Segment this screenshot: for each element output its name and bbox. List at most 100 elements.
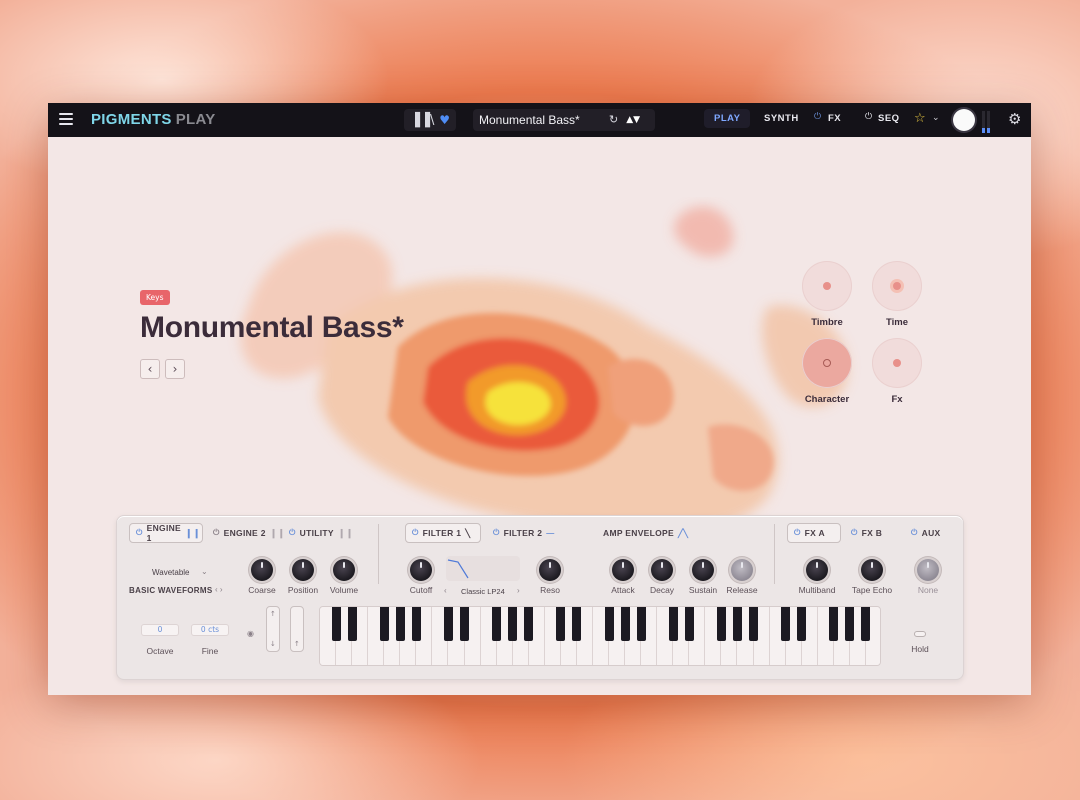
lightbulb-icon[interactable]: ☆ [914,111,926,126]
reso-label: Reso [540,585,560,595]
black-key[interactable] [395,607,405,641]
settings-gear-icon[interactable]: ⚙ [1008,110,1021,128]
fine-label: Fine [201,646,219,656]
tab-fx-b[interactable]: ⏻ FX B [845,523,888,543]
black-key[interactable] [331,607,341,641]
sustain-knob[interactable] [692,559,714,581]
filter-prev-icon[interactable]: ‹ [444,586,447,595]
attack-knob[interactable] [612,559,634,581]
power-icon[interactable]: ⏻ [851,528,858,538]
black-key[interactable] [443,607,453,641]
hold-toggle[interactable] [914,631,926,637]
aux-none-knob[interactable] [917,559,939,581]
arrow-up-icon: ↑ [294,640,300,648]
fine-field[interactable]: 0 cts [191,624,229,636]
release-label: Release [726,585,758,595]
randomize-icon[interactable]: ↻ [609,113,618,126]
multiband-knob[interactable] [806,559,828,581]
category-tag[interactable]: Keys [140,290,170,305]
macro-label-character: Character [804,394,850,405]
hold-label: Hold [911,644,929,654]
fx-power-icon[interactable]: ⏻ [814,112,821,122]
reso-knob[interactable] [539,559,561,581]
tab-aux[interactable]: ⏻ AUX [905,523,947,543]
preset-up-down-icon[interactable]: ▲▼ [626,115,640,125]
black-key[interactable] [781,607,791,641]
black-key[interactable] [492,607,502,641]
decay-knob[interactable] [651,559,673,581]
black-key[interactable] [620,607,630,641]
power-icon[interactable]: ⏻ [213,528,220,538]
black-key[interactable] [829,607,839,641]
menu-icon[interactable] [59,113,73,125]
tab-amp-envelope[interactable]: AMP ENVELOPE ╱╲ [597,523,694,543]
multiband-label: Multiband [798,585,836,595]
tape-echo-knob[interactable] [861,559,883,581]
cutoff-knob[interactable] [410,559,432,581]
tab-filter-1[interactable]: ⏻ FILTER 1 ╲ [405,523,481,543]
black-key[interactable] [749,607,759,641]
black-key[interactable] [604,607,614,641]
tab-fx-a[interactable]: ⏻ FX A [787,523,841,543]
heart-icon[interactable]: ♥ [439,113,450,127]
sync-icon[interactable]: ◉ [247,629,254,638]
coarse-knob[interactable] [251,559,273,581]
black-key[interactable] [460,607,469,641]
position-knob[interactable] [292,559,314,581]
black-key[interactable] [668,607,678,641]
black-key[interactable] [797,607,807,641]
tab-filter-2[interactable]: ⏻ FILTER 2— [487,523,561,543]
aux-none-label: None [917,585,939,595]
tab-utility[interactable]: ⏻ UTILITY ❙❙ [283,523,360,543]
black-key[interactable] [347,607,357,641]
divider [378,524,379,584]
tab-seq[interactable]: SEQ [878,113,900,124]
wavetable-nav-icon[interactable]: ‹ › [215,585,223,594]
tab-fx[interactable]: FX [828,113,841,124]
tab-play[interactable]: PLAY [704,109,751,128]
tab-engine-2[interactable]: ⏻ ENGINE 2 ❙❙ [207,523,291,543]
volume-label: Volume [329,585,359,595]
octave-field[interactable]: 0 [141,624,179,636]
chevron-down-icon[interactable]: ⌄ [201,567,208,576]
black-key[interactable] [716,607,726,641]
seq-power-icon[interactable]: ⏻ [865,112,872,122]
mod-wheel[interactable]: ↑ [290,606,304,652]
black-key[interactable] [524,607,534,641]
black-key[interactable] [379,607,389,641]
chevron-down-icon[interactable]: ⌄ [932,113,940,123]
black-key[interactable] [411,607,421,641]
power-icon[interactable]: ⏻ [289,528,296,538]
macro-timbre-knob[interactable] [802,261,852,311]
engine-type-select[interactable]: Wavetable [152,568,190,577]
power-icon[interactable]: ⏻ [794,528,801,538]
piano-keyboard[interactable] [319,606,881,666]
power-icon[interactable]: ⏻ [412,528,419,538]
next-preset-button[interactable]: › [165,359,185,379]
master-volume-knob[interactable] [953,109,975,131]
macro-character-knob[interactable] [802,338,852,388]
black-key[interactable] [732,607,742,641]
library-group: ▐▐\ ♥ [404,109,456,131]
tab-engine-1[interactable]: ⏻ ENGINE 1 ❙❙ [129,523,203,543]
power-icon[interactable]: ⏻ [911,528,918,538]
black-key[interactable] [636,607,646,641]
black-key[interactable] [572,607,582,641]
tab-synth[interactable]: SYNTH [764,113,799,124]
black-key[interactable] [861,607,871,641]
macro-time-knob[interactable] [872,261,922,311]
library-icon[interactable]: ▐▐\ [410,113,434,128]
wavetable-name[interactable]: BASIC WAVEFORMS [129,586,212,595]
macro-fx-knob[interactable] [872,338,922,388]
power-icon[interactable]: ⏻ [136,528,143,538]
black-key[interactable] [508,607,518,641]
black-key[interactable] [684,607,694,641]
filter-type[interactable]: Classic LP24 [461,587,505,596]
previous-preset-button[interactable]: ‹ [140,359,160,379]
volume-knob[interactable] [333,559,355,581]
power-icon[interactable]: ⏻ [493,528,500,538]
black-key[interactable] [556,607,566,641]
pitch-wheel[interactable]: ↑ ↓ [266,606,280,652]
release-knob[interactable] [731,559,753,581]
black-key[interactable] [845,607,855,641]
